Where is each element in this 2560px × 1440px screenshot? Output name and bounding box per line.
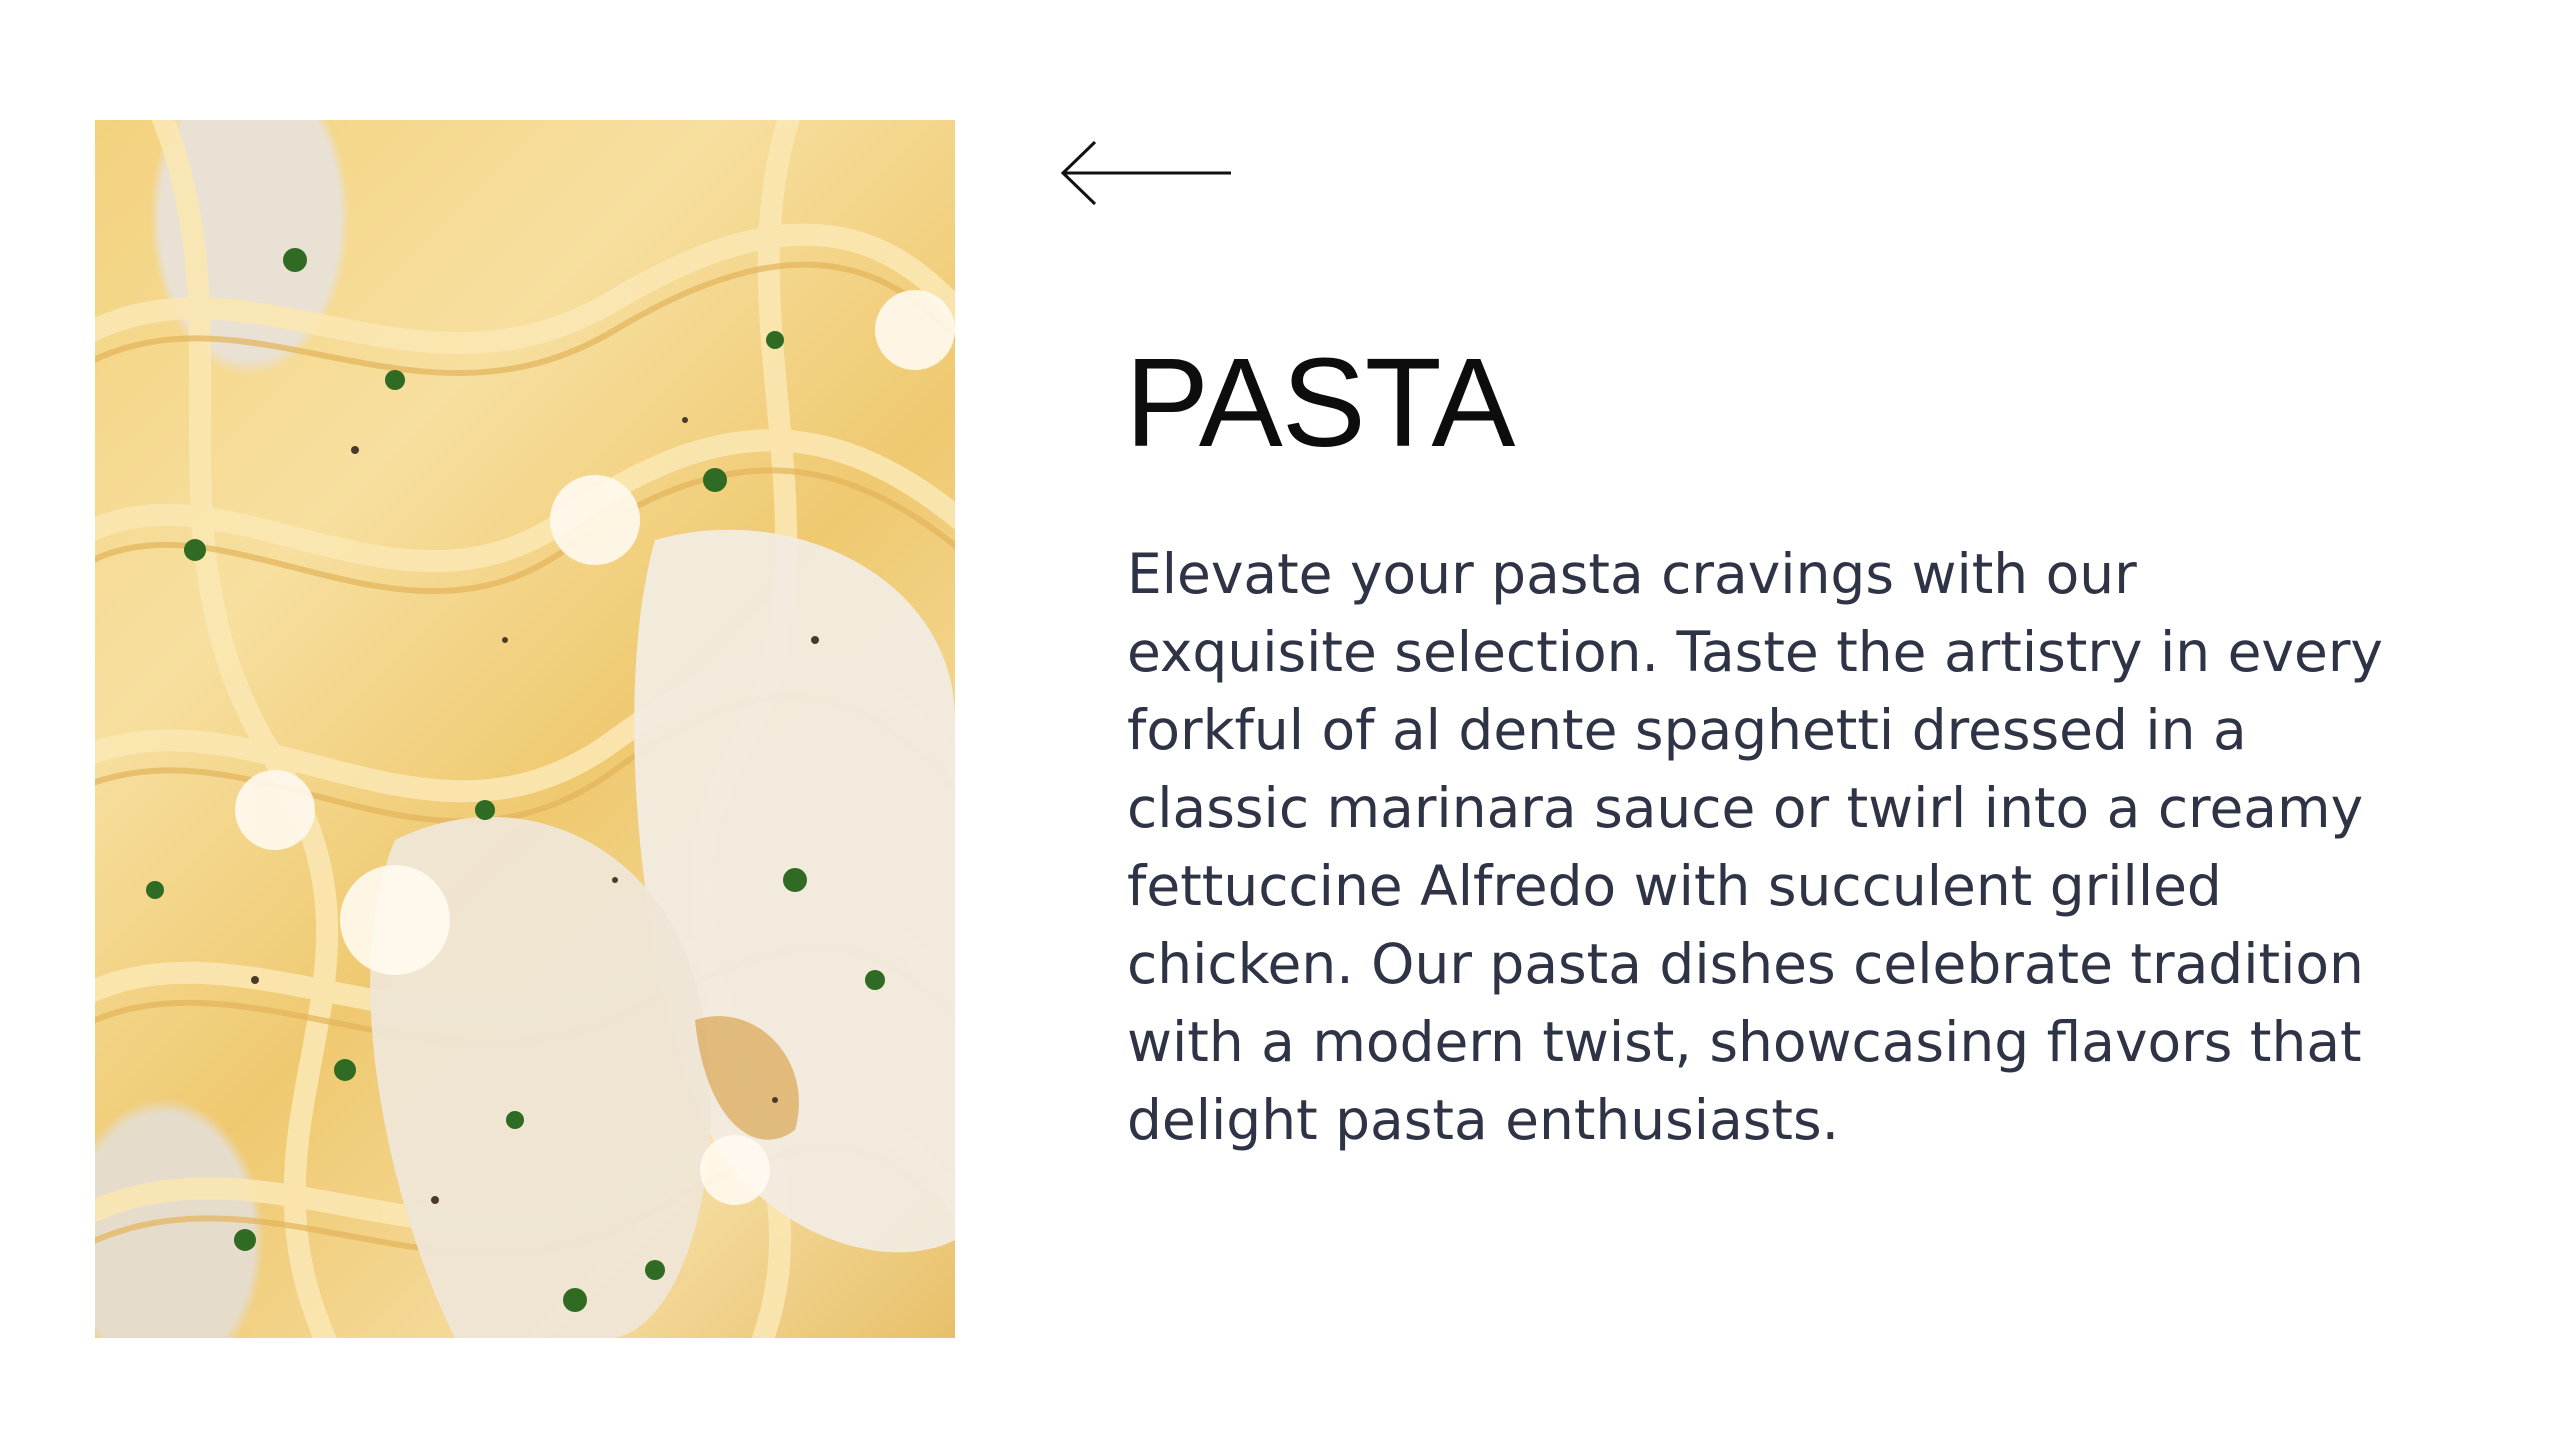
arrow-left-icon (1060, 140, 1231, 206)
pasta-photo-drawing (95, 120, 955, 1338)
pasta-photo (95, 120, 955, 1338)
page-title: PASTA (1125, 332, 1515, 473)
back-button[interactable] (1055, 138, 1235, 208)
slide: PASTA Elevate your pasta cravings with o… (0, 0, 2560, 1440)
description-text: Elevate your pasta cravings with our exq… (1127, 542, 2383, 1152)
